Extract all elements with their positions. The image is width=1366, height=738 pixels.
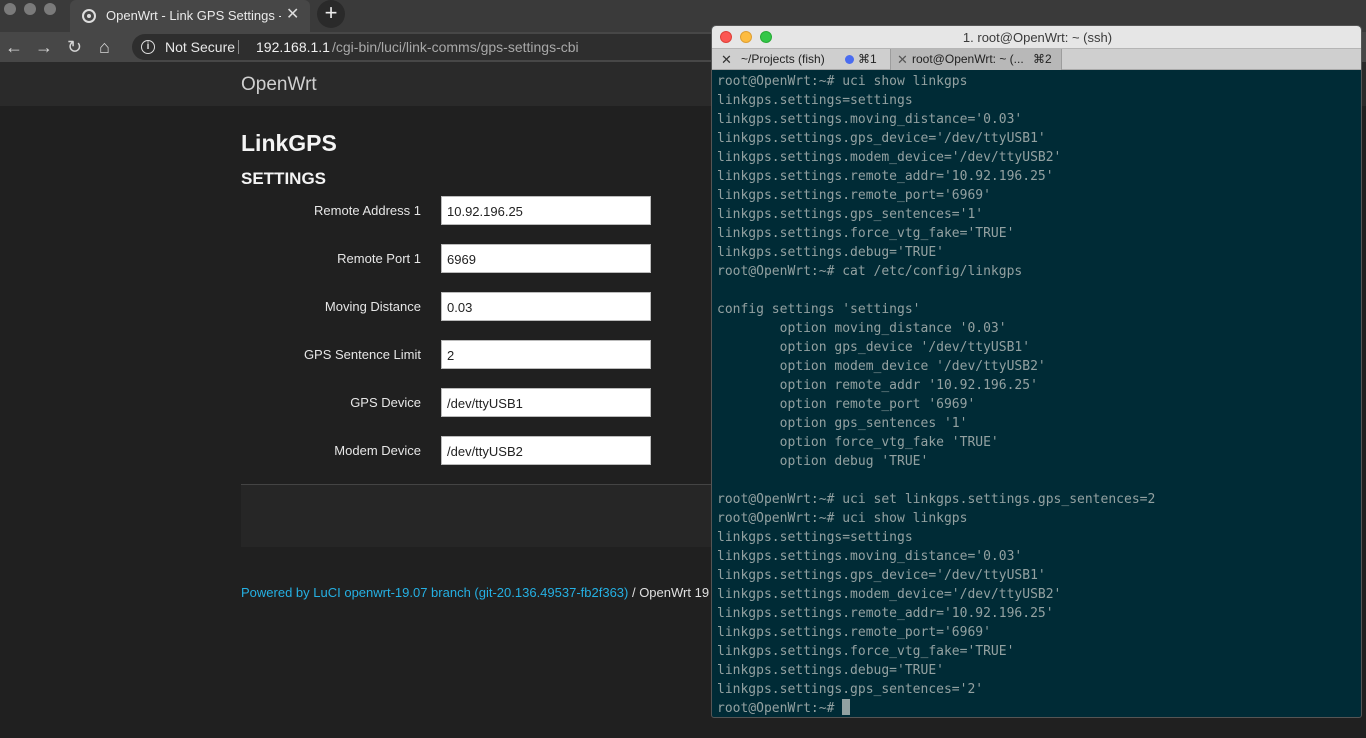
reload-icon[interactable]: ↻ [67,36,82,58]
remote-port-label: Remote Port 1 [337,251,421,266]
form-row-gps-device: GPS Device /dev/ttyUSB1 [241,388,711,418]
terminal-tab-label: ~/Projects (fish) [741,52,825,66]
security-indicator[interactable]: Not Secure [165,39,235,55]
form-row-remote-address: Remote Address 1 10.92.196.25 [241,196,711,226]
close-tab-icon[interactable]: ✕ [721,49,732,70]
terminal-line: linkgps.settings.remote_port='6969' [717,188,991,203]
terminal-tab-ssh[interactable]: ✕ root@OpenWrt: ~ (... ⌘2 [890,49,1062,70]
terminal-titlebar[interactable]: 1. root@OpenWrt: ~ (ssh) [712,26,1361,48]
close-tab-icon[interactable]: ✕ [897,49,908,70]
terminal-window[interactable]: 1. root@OpenWrt: ~ (ssh) ✕ ~/Projects (f… [711,25,1362,718]
terminal-line: linkgps.settings.gps_device='/dev/ttyUSB… [717,568,1046,583]
url-host[interactable]: 192.168.1.1 [256,39,330,55]
luci-version-link[interactable]: Powered by LuCI openwrt-19.07 branch (gi… [241,585,628,600]
terminal-cursor [842,699,851,715]
terminal-line: option gps_sentences '1' [717,416,968,431]
terminal-line: linkgps.settings.debug='TRUE' [717,245,944,260]
window-close-button[interactable] [4,3,16,15]
terminal-tab-bar: ✕ ~/Projects (fish) ⌘1 ✕ root@OpenWrt: ~… [712,48,1361,70]
url-path[interactable]: /cgi-bin/luci/link-comms/gps-settings-cb… [332,39,579,55]
terminal-prompt-line[interactable]: root@OpenWrt:~# [717,699,1357,717]
moving-distance-label: Moving Distance [324,299,421,314]
form-row-gps-sentence-limit: GPS Sentence Limit 2 [241,340,711,370]
back-arrow-icon[interactable]: ← [5,36,23,58]
terminal-line: option debug 'TRUE' [717,454,929,469]
form-row-modem-device: Modem Device /dev/ttyUSB2 [241,436,711,466]
terminal-line: root@OpenWrt:~# cat /etc/config/linkgps [717,264,1023,279]
moving-distance-input[interactable]: 0.03 [441,292,651,321]
brand-logo[interactable]: OpenWrt [241,74,317,96]
info-icon[interactable]: i [141,40,155,54]
remote-port-input[interactable]: 6969 [441,244,651,273]
terminal-line: linkgps.settings=settings [717,530,913,545]
terminal-title: 1. root@OpenWrt: ~ (ssh) [962,30,1113,45]
form-row-moving-distance: Moving Distance 0.03 [241,292,711,322]
terminal-line: config settings 'settings' [717,302,921,317]
window-minimize-button[interactable] [24,3,36,15]
terminal-line: option modem_device '/dev/ttyUSB2' [717,359,1046,374]
window-zoom-button[interactable] [44,3,56,15]
terminal-output[interactable]: root@OpenWrt:~# uci show linkgps linkgps… [717,72,1357,717]
forward-arrow-icon[interactable]: → [35,36,53,58]
terminal-line: option remote_addr '10.92.196.25' [717,378,1038,393]
page-footer: Powered by LuCI openwrt-19.07 branch (gi… [241,585,711,603]
terminal-line: linkgps.settings.remote_port='6969' [717,625,991,640]
form-row-remote-port: Remote Port 1 6969 [241,244,711,274]
gps-device-label: GPS Device [350,395,421,410]
terminal-line: option force_vtg_fake 'TRUE' [717,435,999,450]
terminal-line: linkgps.settings.moving_distance='0.03' [717,549,1023,564]
browser-tab-active[interactable]: OpenWrt - Link GPS Settings - LuCI ✕ [70,0,310,32]
terminal-prompt: root@OpenWrt:~# [717,701,843,716]
terminal-line: linkgps.settings.gps_device='/dev/ttyUSB… [717,131,1046,146]
browser-tab-title: OpenWrt - Link GPS Settings - LuCI [106,8,281,23]
terminal-tab-label: root@OpenWrt: ~ (... [912,52,1024,66]
terminal-line: option remote_port '6969' [717,397,976,412]
terminal-tab-shortcut: ⌘1 [858,52,877,66]
section-title: SETTINGS [241,169,327,188]
terminal-line: linkgps.settings.moving_distance='0.03' [717,112,1023,127]
openwrt-favicon-icon [82,9,96,23]
remote-address-input[interactable]: 10.92.196.25 [441,196,651,225]
terminal-line: linkgps.settings.debug='TRUE' [717,663,944,678]
terminal-line: option moving_distance '0.03' [717,321,1007,336]
remote-address-label: Remote Address 1 [314,203,421,218]
new-tab-button[interactable]: + [317,0,345,28]
terminal-line: linkgps.settings.gps_sentences='2' [717,682,984,697]
terminal-line: linkgps.settings.gps_sentences='1' [717,207,984,222]
page-title: LinkGPS [241,130,337,156]
terminal-line: root@OpenWrt:~# uci set linkgps.settings… [717,492,1156,507]
terminal-tab-projects[interactable]: ✕ ~/Projects (fish) ⌘1 [712,49,890,70]
activity-dot-icon [845,55,854,64]
terminal-tab-shortcut: ⌘2 [1033,52,1052,66]
terminal-line: linkgps.settings.remote_addr='10.92.196.… [717,606,1054,621]
gps-sentence-limit-label: GPS Sentence Limit [303,347,421,362]
gps-device-input[interactable]: /dev/ttyUSB1 [441,388,651,417]
terminal-line: linkgps.settings.modem_device='/dev/ttyU… [717,150,1062,165]
modem-device-input[interactable]: /dev/ttyUSB2 [441,436,651,465]
terminal-line: root@OpenWrt:~# uci show linkgps [717,74,968,89]
gps-sentence-limit-input[interactable]: 2 [441,340,651,369]
terminal-line: linkgps.settings.force_vtg_fake='TRUE' [717,226,1015,241]
terminal-line: option gps_device '/dev/ttyUSB1' [717,340,1031,355]
home-icon[interactable]: ⌂ [99,36,110,58]
terminal-line: linkgps.settings.modem_device='/dev/ttyU… [717,587,1062,602]
terminal-line: linkgps.settings.remote_addr='10.92.196.… [717,169,1054,184]
modem-device-label: Modem Device [334,443,421,458]
address-bar-divider [238,40,239,54]
terminal-line: linkgps.settings.force_vtg_fake='TRUE' [717,644,1015,659]
openwrt-version-text: / OpenWrt 19 [628,585,710,600]
terminal-line: linkgps.settings=settings [717,93,913,108]
close-tab-icon[interactable]: ✕ [286,6,299,24]
form-actions-bar [241,485,711,547]
terminal-line: root@OpenWrt:~# uci show linkgps [717,511,968,526]
